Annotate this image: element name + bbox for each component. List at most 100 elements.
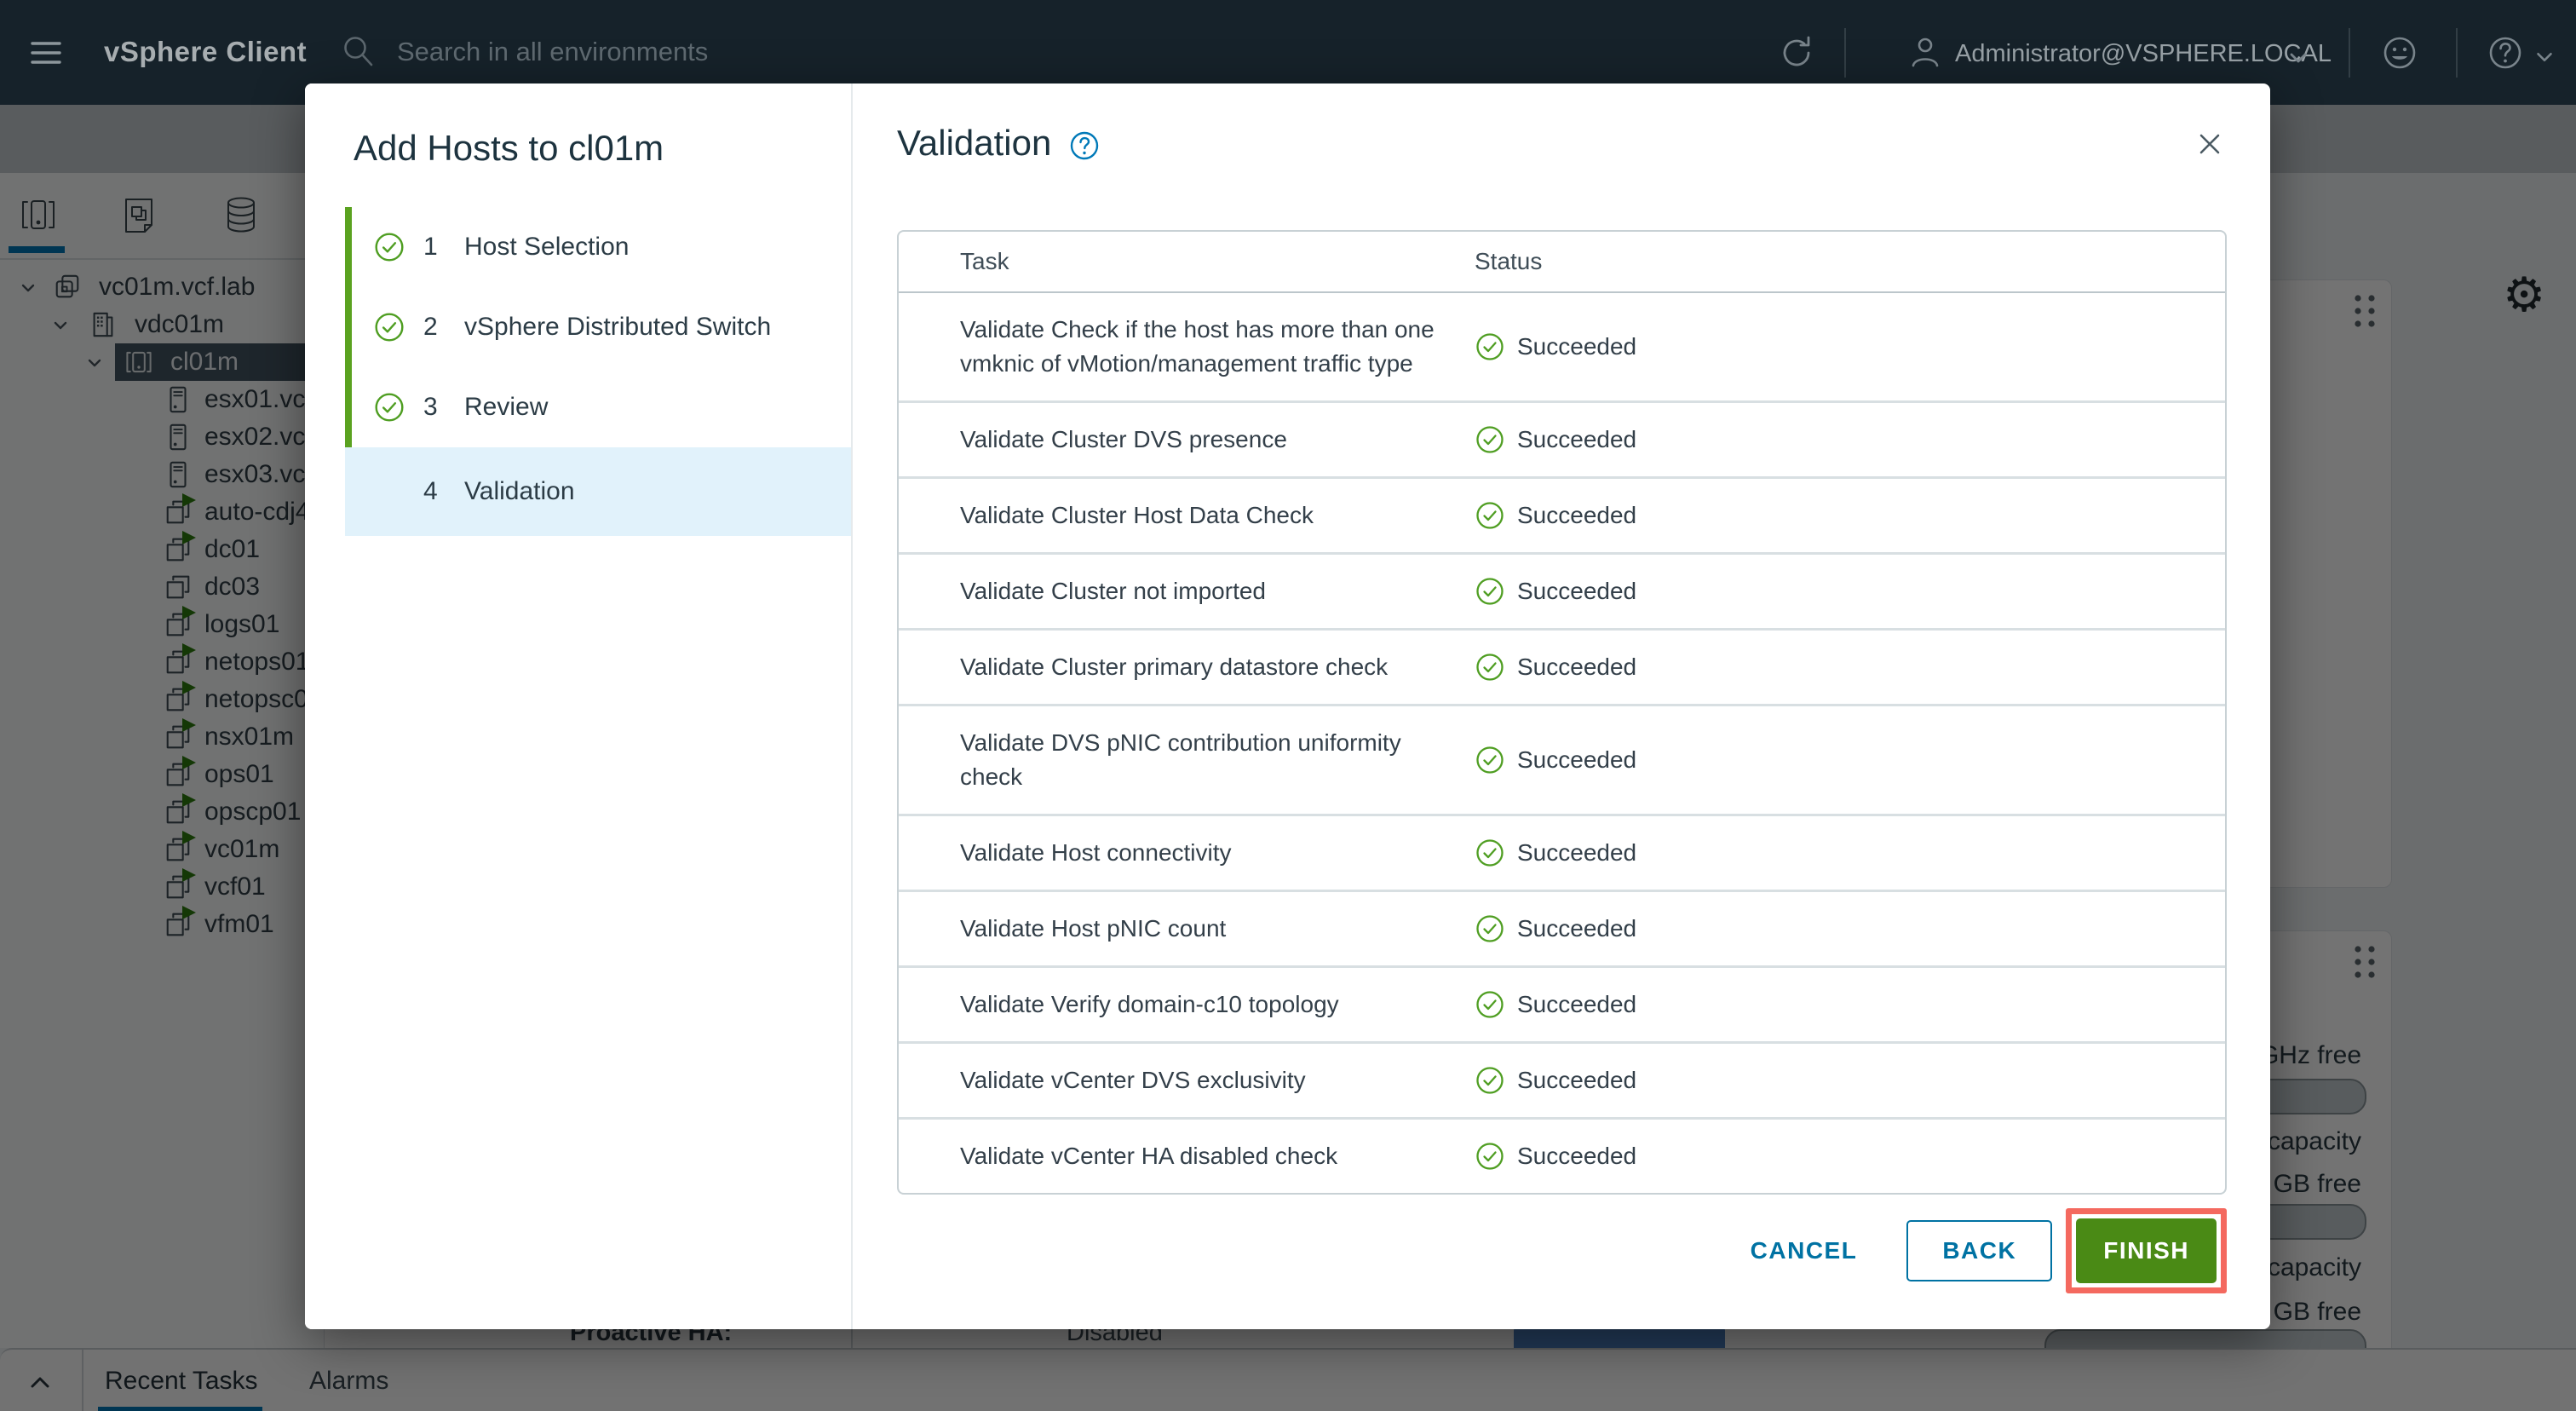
column-header-status: Status — [1475, 248, 1542, 275]
panel-title: Validation — [897, 123, 1051, 164]
wizard-title: Add Hosts to cl01m — [354, 128, 664, 169]
succeeded-check-icon — [1475, 989, 1505, 1020]
status-value: Succeeded — [1517, 654, 1636, 681]
wizard-step-validation[interactable]: 4 Validation — [345, 447, 851, 536]
status-cell: Succeeded — [1475, 500, 1636, 531]
succeeded-check-icon — [1475, 424, 1505, 455]
task-cell: Validate DVS pNIC contribution uniformit… — [960, 726, 1440, 794]
app-title: vSphere Client — [104, 36, 307, 68]
table-row: Validate vCenter DVS exclusivity Succeede… — [899, 1044, 2225, 1120]
table-row: Validate Host connectivity Succeeded — [899, 816, 2225, 892]
status-value: Succeeded — [1517, 839, 1636, 867]
step-number: 3 — [423, 393, 438, 422]
status-value: Succeeded — [1517, 426, 1636, 453]
status-value: Succeeded — [1517, 333, 1636, 360]
wizard-step-review[interactable]: 3 Review — [345, 367, 851, 447]
step-number: 4 — [423, 477, 438, 506]
step-label: vSphere Distributed Switch — [464, 313, 771, 342]
status-cell: Succeeded — [1475, 424, 1636, 455]
status-cell: Succeeded — [1475, 1065, 1636, 1096]
succeeded-check-icon — [1475, 331, 1505, 362]
table-row: Validate Verify domain-c10 topology Succe… — [899, 968, 2225, 1044]
step-label: Validation — [464, 477, 575, 506]
status-cell: Succeeded — [1475, 989, 1636, 1020]
step-label: Host Selection — [464, 233, 629, 262]
succeeded-check-icon — [1475, 576, 1505, 607]
validation-table: Task Status Validate Check if the host h… — [897, 230, 2227, 1195]
task-cell: Validate vCenter HA disabled check — [960, 1139, 1440, 1173]
wizard-buttons: CANCEL BACK FINISH — [1745, 1208, 2227, 1293]
panel-title-row: Validation — [897, 123, 1101, 164]
table-row: Validate Cluster DVS presence Succeeded — [899, 403, 2225, 479]
step-number: 1 — [423, 233, 438, 262]
wizard-step-panel: Add Hosts to cl01m 1 Host Selection 2 vSphe… — [305, 84, 851, 1329]
status-cell: Succeeded — [1475, 1141, 1636, 1172]
task-cell: Validate Cluster primary datastore check — [960, 650, 1440, 684]
help-menu-icon[interactable] — [2484, 32, 2527, 74]
back-button[interactable]: BACK — [1906, 1220, 2052, 1281]
task-cell: Validate Verify domain-c10 topology — [960, 988, 1440, 1022]
succeeded-check-icon — [1475, 745, 1505, 775]
step-number: 2 — [423, 313, 438, 342]
global-search[interactable]: Search in all environments — [339, 32, 708, 72]
vsphere-client-screen: vc01m.vcf.labvdc01mcl01mesx01.vcfesx02.v… — [0, 0, 2576, 1411]
task-cell: Validate Cluster Host Data Check — [960, 498, 1440, 533]
table-row: Validate Cluster not imported Succeeded — [899, 555, 2225, 631]
user-menu[interactable]: Administrator@VSPHERE.LOCAL — [1955, 40, 2332, 68]
wizard-step-host-selection[interactable]: 1 Host Selection — [345, 207, 851, 287]
chevron-down-icon — [2285, 44, 2312, 72]
finish-annotation-highlight: FINISH — [2066, 1208, 2227, 1293]
succeeded-check-icon — [1475, 1065, 1505, 1096]
cancel-button[interactable]: CANCEL — [1745, 1236, 1863, 1265]
step-complete-check-icon — [373, 231, 405, 263]
status-value: Succeeded — [1517, 502, 1636, 529]
table-body: Validate Check if the host has more than… — [899, 293, 2225, 1193]
task-cell: Validate Host connectivity — [960, 836, 1440, 870]
status-value: Succeeded — [1517, 1067, 1636, 1094]
step-complete-check-icon — [373, 311, 405, 343]
status-cell: Succeeded — [1475, 576, 1636, 607]
step-complete-check-icon — [373, 391, 405, 423]
table-row: Validate Check if the host has more than… — [899, 293, 2225, 403]
search-icon — [339, 32, 378, 72]
add-hosts-wizard-modal: Add Hosts to cl01m 1 Host Selection 2 vSphe… — [305, 84, 2270, 1329]
column-header-task: Task — [899, 248, 1475, 275]
succeeded-check-icon — [1475, 1141, 1505, 1172]
refresh-icon[interactable] — [1776, 32, 1817, 73]
status-value: Succeeded — [1517, 1143, 1636, 1170]
validation-panel: Validation Task Status Validate Check if… — [851, 84, 2270, 1329]
user-icon — [1906, 34, 1944, 72]
task-cell: Validate vCenter DVS exclusivity — [960, 1063, 1440, 1097]
hamburger-menu-icon[interactable] — [26, 32, 66, 73]
step-label: Review — [464, 393, 548, 422]
status-value: Succeeded — [1517, 578, 1636, 605]
feedback-smiley-icon[interactable] — [2378, 32, 2421, 74]
task-cell: Validate Cluster not imported — [960, 574, 1440, 608]
table-row: Validate Cluster Host Data Check Succeede… — [899, 479, 2225, 555]
status-cell: Succeeded — [1475, 652, 1636, 682]
topbar-divider — [2456, 28, 2458, 78]
status-cell: Succeeded — [1475, 745, 1636, 775]
wizard-step-vsphere-distributed-switch[interactable]: 2 vSphere Distributed Switch — [345, 287, 851, 367]
table-row: Validate DVS pNIC contribution uniformit… — [899, 706, 2225, 816]
task-cell: Validate Cluster DVS presence — [960, 423, 1440, 457]
topbar-divider — [1844, 28, 1846, 78]
succeeded-check-icon — [1475, 652, 1505, 682]
status-cell: Succeeded — [1475, 838, 1636, 868]
status-value: Succeeded — [1517, 915, 1636, 942]
status-value: Succeeded — [1517, 746, 1636, 774]
status-value: Succeeded — [1517, 991, 1636, 1018]
task-cell: Validate Host pNIC count — [960, 912, 1440, 946]
table-header: Task Status — [899, 232, 2225, 293]
succeeded-check-icon — [1475, 913, 1505, 944]
topbar-divider — [2349, 28, 2350, 78]
status-cell: Succeeded — [1475, 913, 1636, 944]
table-row: Validate vCenter HA disabled check Succee… — [899, 1120, 2225, 1193]
finish-button[interactable]: FINISH — [2076, 1218, 2217, 1283]
close-icon[interactable] — [2195, 130, 2224, 158]
help-icon[interactable] — [1068, 130, 1101, 162]
table-row: Validate Host pNIC count Succeeded — [899, 892, 2225, 968]
task-cell: Validate Check if the host has more than… — [960, 313, 1440, 381]
table-row: Validate Cluster primary datastore check… — [899, 631, 2225, 706]
status-cell: Succeeded — [1475, 331, 1636, 362]
